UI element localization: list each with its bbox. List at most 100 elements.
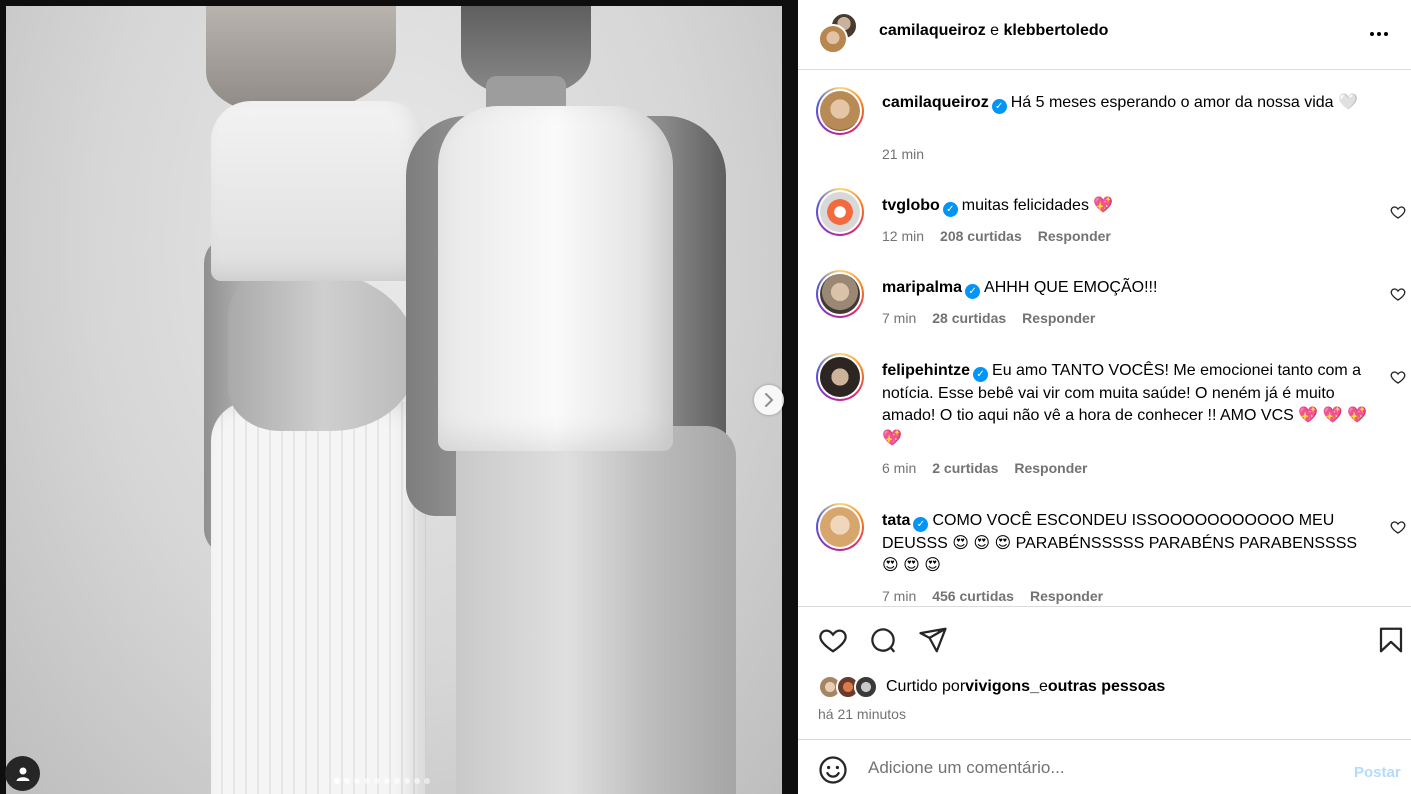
avatar (820, 357, 860, 397)
comment-time: 6 min (882, 460, 917, 476)
collab-avatars[interactable] (816, 12, 862, 56)
carousel-dot (384, 778, 390, 784)
post-actions: Curtido por vivigons_ e outras pessoas h… (798, 606, 1411, 739)
avatar (854, 675, 878, 699)
carousel-dot (404, 778, 410, 784)
comment-time: 7 min (882, 310, 917, 326)
comments-list[interactable]: camilaqueiroz ✓ Há 5 meses esperando o amo… (798, 71, 1411, 606)
reply-button[interactable]: Responder (1038, 228, 1111, 244)
carousel-next-button[interactable] (754, 385, 784, 415)
more-options-button[interactable] (1364, 22, 1394, 46)
comment-text: AHHH QUE EMOÇÃO!!! (984, 279, 1158, 296)
tagged-users-button[interactable] (5, 756, 40, 791)
reply-button[interactable]: Responder (1014, 460, 1087, 476)
avatar (820, 192, 860, 232)
avatar-ring[interactable] (816, 87, 864, 135)
emoji-smile-icon[interactable] (818, 755, 848, 785)
woman-hair-shape (206, 6, 396, 116)
comment-text: muitas felicidades 💖 (961, 197, 1114, 214)
comment-text: Há 5 meses esperando o amor da nossa vid… (1010, 94, 1358, 111)
verified-badge-icon: ✓ (913, 517, 929, 532)
comment-username[interactable]: tvglobo (882, 197, 940, 214)
carousel-dot (414, 778, 420, 784)
avatar-ring[interactable] (816, 353, 864, 401)
user-icon (16, 767, 29, 781)
heart-icon[interactable] (1390, 204, 1406, 220)
reply-button[interactable]: Responder (1022, 310, 1095, 326)
more-dot (1370, 32, 1374, 36)
comment-bubble-icon[interactable] (868, 625, 898, 655)
comment-meta: 12 min 208 curtidas Responder (882, 228, 1111, 244)
share-send-icon[interactable] (918, 625, 948, 655)
comment-username[interactable]: tata (882, 512, 910, 529)
comment-body: tata ✓ COMO VOCÊ ESCONDEU ISSOOOOOOOOOOO M… (882, 510, 1372, 578)
comment-meta: 6 min 2 curtidas Responder (882, 460, 1088, 476)
avatar-ring[interactable] (816, 270, 864, 318)
comment-likes[interactable]: 28 curtidas (932, 310, 1006, 326)
liked-by-others[interactable]: outras pessoas (1048, 678, 1165, 696)
comment-meta: 21 min (882, 146, 924, 162)
carousel-dot (424, 778, 430, 784)
post-media[interactable] (0, 0, 798, 794)
woman-pants-shape (211, 401, 426, 794)
post-timestamp[interactable]: há 21 minutos (818, 706, 906, 722)
verified-badge-icon: ✓ (965, 284, 981, 299)
carousel-dot (344, 778, 350, 784)
avatar-ring[interactable] (816, 188, 864, 236)
carousel-indicator (334, 778, 430, 784)
comment-body: tvglobo ✓ muitas felicidades 💖 (882, 195, 1382, 218)
comment-likes[interactable]: 456 curtidas (932, 588, 1014, 604)
heart-icon[interactable] (1390, 519, 1406, 535)
post-comment-button[interactable]: Postar (1354, 764, 1401, 781)
man-tank-top-shape (438, 106, 673, 451)
comment-username[interactable]: camilaqueiroz (882, 94, 989, 111)
caption-body: camilaqueiroz ✓ Há 5 meses esperando o amo… (882, 92, 1382, 115)
avatar (820, 507, 860, 547)
comment-body: maripalma ✓ AHHH QUE EMOÇÃO!!! (882, 277, 1382, 300)
comment-input[interactable] (868, 756, 1328, 780)
carousel-dot (334, 778, 340, 784)
like-heart-icon[interactable] (818, 625, 848, 655)
comment-time: 7 min (882, 588, 917, 604)
woman-top-shape (211, 101, 426, 281)
avatar (820, 274, 860, 314)
carousel-dot (354, 778, 360, 784)
comment-text: COMO VOCÊ ESCONDEU ISSOOOOOOOOOOO MEU DE… (882, 512, 1358, 574)
post-side-panel: camilaqueiroz e klebbertoledo camilaquei… (798, 0, 1411, 794)
comment-username[interactable]: felipehintze (882, 362, 970, 379)
verified-badge-icon: ✓ (991, 99, 1007, 114)
comment-time: 21 min (882, 146, 925, 162)
liked-by-joiner: e (1038, 678, 1048, 695)
more-dot (1384, 32, 1388, 36)
comment-likes[interactable]: 2 curtidas (932, 460, 998, 476)
comment-time: 12 min (882, 228, 925, 244)
author-link[interactable]: camilaqueiroz (879, 22, 986, 39)
collab-authors: camilaqueiroz e klebbertoledo (879, 22, 1108, 40)
author-link[interactable]: klebbertoledo (1004, 22, 1109, 39)
liked-by-user[interactable]: vivigons_ (965, 678, 1039, 696)
comment-username[interactable]: maripalma (882, 279, 962, 296)
avatar-ring[interactable] (816, 503, 864, 551)
post-photo (6, 6, 782, 794)
comment-body: felipehintze ✓ Eu amo TANTO VOCÊS! Me emoc… (882, 360, 1387, 450)
man-pants-shape (456, 426, 736, 794)
liked-by: Curtido por vivigons_ e outras pessoas (818, 675, 1165, 699)
avatar (818, 24, 848, 54)
comment-likes[interactable]: 208 curtidas (940, 228, 1022, 244)
reply-button[interactable]: Responder (1030, 588, 1103, 604)
chevron-right-icon (765, 393, 774, 407)
comment-meta: 7 min 456 curtidas Responder (882, 588, 1103, 604)
author-joiner: e (985, 22, 1004, 39)
save-bookmark-icon[interactable] (1376, 625, 1406, 655)
heart-icon[interactable] (1390, 369, 1406, 385)
carousel-dot (374, 778, 380, 784)
comment-meta: 7 min 28 curtidas Responder (882, 310, 1095, 326)
liked-by-avatars[interactable] (818, 675, 882, 699)
heart-icon[interactable] (1390, 286, 1406, 302)
avatar (820, 91, 860, 131)
more-dot (1377, 32, 1381, 36)
verified-badge-icon: ✓ (973, 367, 989, 382)
add-comment-bar: Postar (798, 739, 1411, 794)
carousel-dot (394, 778, 400, 784)
woman-belly-shape (228, 271, 418, 431)
